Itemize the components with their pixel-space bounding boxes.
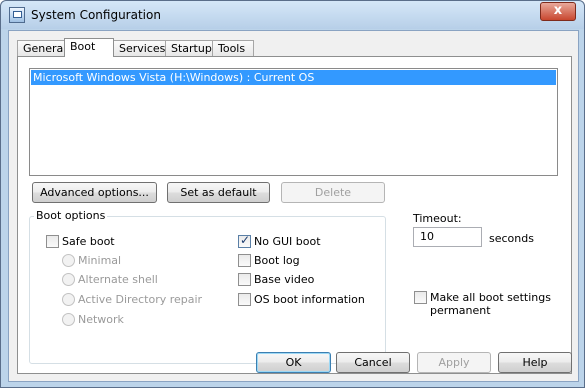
tab-tools[interactable]: Tools [212, 40, 254, 56]
boot-options-title: Boot options [34, 209, 108, 222]
checkmark-icon: ✓ [240, 233, 251, 247]
timeout-input[interactable]: 10 [413, 227, 482, 247]
checkbox-box [46, 235, 59, 248]
cancel-button[interactable]: Cancel [336, 352, 410, 373]
radio-circle [62, 293, 75, 306]
safe-boot-label: Safe boot [62, 235, 115, 248]
radio-circle [62, 313, 75, 326]
tab-startup[interactable]: Startup [165, 40, 213, 56]
system-configuration-window: System Configuration x General Boot Serv… [0, 0, 585, 388]
system-config-icon [9, 7, 25, 23]
set-as-default-button[interactable]: Set as default [167, 182, 270, 203]
tab-services[interactable]: Services [113, 40, 166, 56]
make-permanent-label-line1: Make all boot settings [430, 291, 551, 304]
timeout-unit-label: seconds [489, 232, 534, 245]
apply-button[interactable]: Apply [417, 352, 491, 373]
make-permanent-label-line2: permanent [430, 304, 491, 317]
network-label: Network [78, 313, 124, 326]
checkbox-box: ✓ [238, 233, 251, 248]
radio-circle [62, 254, 75, 267]
boot-log-label: Boot log [254, 254, 300, 267]
tab-boot[interactable]: Boot [64, 38, 114, 57]
checkbox-box [414, 291, 427, 304]
advanced-options-button[interactable]: Advanced options... [32, 182, 157, 203]
checkbox-box [238, 254, 251, 267]
ok-button[interactable]: OK [256, 352, 331, 373]
active-directory-repair-label: Active Directory repair [78, 293, 203, 306]
minimal-label: Minimal [78, 254, 122, 267]
close-button[interactable]: x [540, 2, 576, 21]
delete-button[interactable]: Delete [281, 182, 385, 203]
os-list-item[interactable]: Microsoft Windows Vista (H:\Windows) : C… [31, 70, 556, 85]
radio-circle [62, 273, 75, 286]
boot-tab-panel: Microsoft Windows Vista (H:\Windows) : C… [17, 56, 572, 374]
help-button[interactable]: Help [498, 352, 572, 373]
tab-general[interactable]: General [17, 40, 66, 56]
checkbox-box [238, 293, 251, 306]
title-bar[interactable]: System Configuration x [1, 1, 584, 29]
checkbox-box [238, 273, 251, 286]
no-gui-boot-label: No GUI boot [254, 235, 321, 248]
window-title: System Configuration [31, 8, 161, 22]
timeout-label: Timeout: [413, 212, 462, 225]
base-video-label: Base video [254, 273, 315, 286]
os-boot-information-label: OS boot information [254, 293, 365, 306]
os-list[interactable]: Microsoft Windows Vista (H:\Windows) : C… [29, 68, 558, 176]
alternate-shell-label: Alternate shell [78, 273, 158, 286]
dialog-client: General Boot Services Startup Tools Micr… [8, 30, 579, 382]
